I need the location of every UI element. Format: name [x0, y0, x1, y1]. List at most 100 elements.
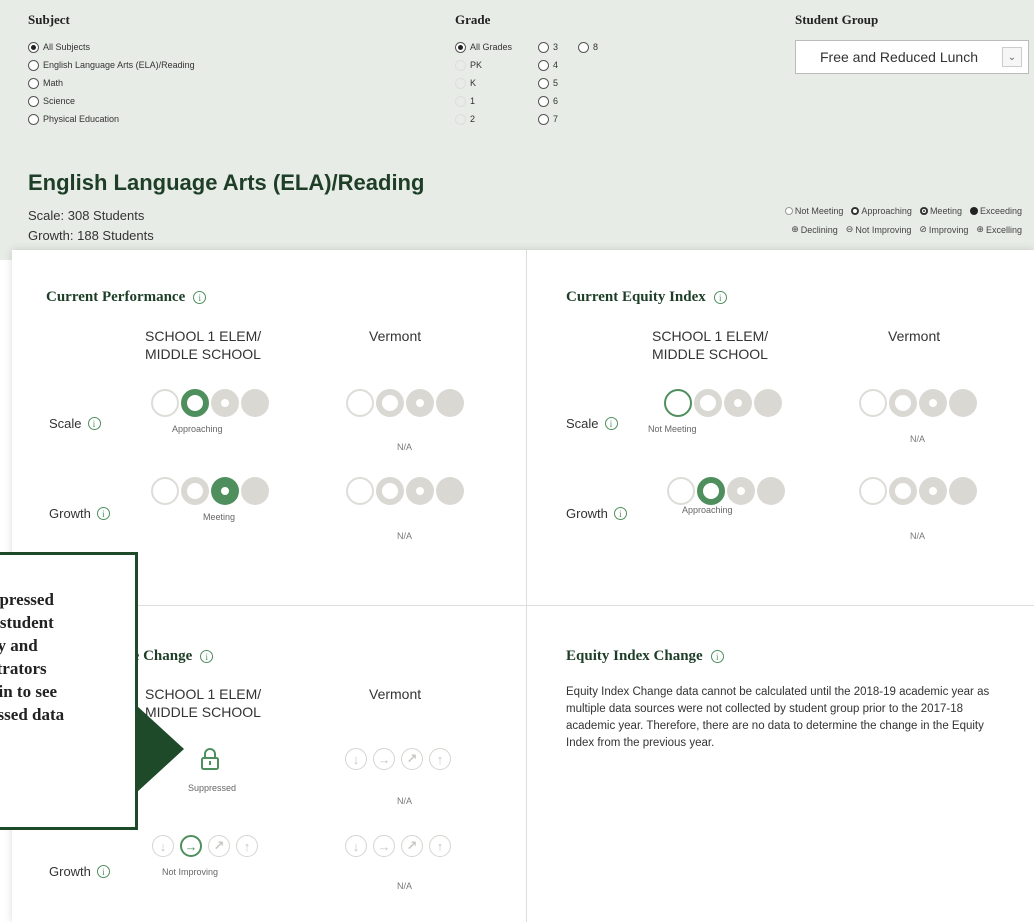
- not-improving-icon: ⊖: [845, 224, 854, 234]
- declining-icon: ↓: [345, 748, 367, 770]
- school-column-header: SCHOOL 1 ELEM/MIDDLE SCHOOL: [145, 328, 262, 362]
- subject-option-science[interactable]: Science: [28, 94, 75, 108]
- grade-option-4[interactable]: 4: [538, 58, 558, 72]
- exceeding-icon: [969, 207, 978, 215]
- declining-icon: ↓: [345, 835, 367, 857]
- equity-scale-school-caption: Not Meeting: [648, 424, 697, 434]
- info-icon[interactable]: i: [200, 650, 214, 663]
- radio-icon[interactable]: [28, 113, 39, 125]
- exceeding-icon: [241, 389, 269, 417]
- grade-option-all[interactable]: All Grades: [455, 40, 512, 54]
- radio-icon[interactable]: [578, 41, 589, 53]
- radio-icon[interactable]: [538, 113, 549, 125]
- growth-count: Growth: 188 Students: [28, 228, 154, 243]
- meeting-icon: [406, 477, 434, 505]
- grade-option-k[interactable]: K: [455, 76, 476, 90]
- performance-growth-school-rating: [151, 477, 269, 505]
- radio-disabled-icon: [455, 95, 466, 107]
- performance-scale-state-na: N/A: [397, 442, 413, 452]
- current-equity-title: Current Equity Index i: [566, 289, 727, 306]
- improving-icon: ↗: [208, 835, 230, 857]
- not-meeting-icon: [346, 477, 374, 505]
- radio-icon[interactable]: [28, 95, 39, 107]
- excelling-icon: ⊕: [976, 224, 984, 234]
- approaching-icon: [851, 207, 860, 215]
- performance-change-growth-caption: Not Improving: [162, 867, 219, 877]
- meeting-icon: [919, 477, 947, 505]
- grade-option-2[interactable]: 2: [455, 112, 475, 126]
- radio-icon[interactable]: [28, 59, 39, 71]
- radio-disabled-icon: [455, 113, 466, 125]
- grade-option-8[interactable]: 8: [578, 40, 598, 54]
- equity-change-title: Equity Index Change i: [566, 648, 724, 665]
- equity-scale-school-rating: [664, 389, 782, 417]
- meeting-icon: [919, 207, 928, 215]
- growth-row-label: Growth i: [49, 864, 110, 879]
- subject-option-ela[interactable]: English Language Arts (ELA)/Reading: [28, 58, 195, 72]
- subject-option-pe[interactable]: Physical Education: [28, 112, 119, 126]
- performance-change-growth-school-rating: ↓ → ↗ ↑: [152, 835, 258, 857]
- scale-row-label: Scale i: [49, 416, 101, 431]
- growth-row-label: Growth i: [566, 506, 627, 521]
- grade-header: Grade: [455, 12, 491, 27]
- info-icon[interactable]: i: [193, 291, 207, 304]
- performance-change-scale-state-rating: ↓ → ↗ ↑: [345, 748, 451, 770]
- subject-option-math[interactable]: Math: [28, 76, 63, 90]
- radio-icon[interactable]: [538, 95, 549, 107]
- meeting-icon: [919, 389, 947, 417]
- radio-icon[interactable]: [538, 77, 549, 89]
- radio-selected-icon[interactable]: [455, 41, 466, 53]
- grade-option-5[interactable]: 5: [538, 76, 558, 90]
- performance-scale-state-rating: [346, 389, 464, 417]
- performance-scale-school-caption: Approaching: [172, 424, 223, 434]
- grade-option-pk[interactable]: PK: [455, 58, 482, 72]
- radio-selected-icon[interactable]: [28, 41, 39, 53]
- info-icon[interactable]: i: [96, 865, 110, 878]
- change-legend: ⊕ Declining ⊖ Not Improving ⊘ Improving ⊕ Ex…: [791, 224, 1022, 235]
- not-meeting-icon: [151, 389, 179, 417]
- exceeding-icon: [241, 477, 269, 505]
- not-meeting-icon: [667, 477, 695, 505]
- performance-change-scale-caption: Suppressed: [188, 783, 237, 793]
- radio-icon[interactable]: [538, 41, 549, 53]
- excelling-icon: ↑: [429, 748, 451, 770]
- excelling-icon: ↑: [429, 835, 451, 857]
- info-icon[interactable]: i: [604, 417, 618, 430]
- subject-header: Subject: [28, 12, 70, 27]
- performance-change-scale-state-na: N/A: [397, 796, 413, 806]
- grade-option-1[interactable]: 1: [455, 94, 475, 108]
- state-column-header: Vermont: [888, 328, 941, 344]
- performance-growth-school-caption: Meeting: [203, 512, 236, 522]
- vertical-divider: [526, 250, 527, 922]
- exceeding-icon: [754, 389, 782, 417]
- chevron-down-icon[interactable]: ⌄: [1002, 47, 1022, 67]
- equity-scale-state-na: N/A: [910, 434, 926, 444]
- performance-change-growth-state-rating: ↓ → ↗ ↑: [345, 835, 451, 857]
- excelling-icon: ↑: [236, 835, 258, 857]
- info-icon[interactable]: i: [613, 507, 627, 520]
- not-improving-icon: →: [373, 835, 395, 857]
- equity-change-note: Equity Index Change data cannot be calcu…: [566, 686, 990, 749]
- radio-icon[interactable]: [28, 77, 39, 89]
- school-column-header: SCHOOL 1 ELEM/MIDDLE SCHOOL: [652, 328, 769, 362]
- lock-icon: [201, 748, 219, 770]
- exceeding-icon: [436, 389, 464, 417]
- grade-option-6[interactable]: 6: [538, 94, 558, 108]
- horizontal-divider: [12, 605, 1034, 606]
- page-title: English Language Arts (ELA)/Reading: [28, 170, 425, 195]
- declining-icon: ↓: [152, 835, 174, 857]
- not-improving-icon: →: [373, 748, 395, 770]
- grade-option-7[interactable]: 7: [538, 112, 558, 126]
- radio-icon[interactable]: [538, 59, 549, 71]
- not-meeting-icon: [151, 477, 179, 505]
- info-icon[interactable]: i: [87, 417, 101, 430]
- exceeding-icon: [436, 477, 464, 505]
- grade-option-3[interactable]: 3: [538, 40, 558, 54]
- student-group-select[interactable]: Free and Reduced Lunch ⌄: [795, 40, 1029, 74]
- equity-growth-state-na: N/A: [910, 531, 926, 541]
- info-icon[interactable]: i: [713, 291, 727, 304]
- subject-option-all[interactable]: All Subjects: [28, 40, 90, 54]
- info-icon[interactable]: i: [96, 507, 110, 520]
- approaching-icon: [889, 477, 917, 505]
- info-icon[interactable]: i: [710, 650, 724, 663]
